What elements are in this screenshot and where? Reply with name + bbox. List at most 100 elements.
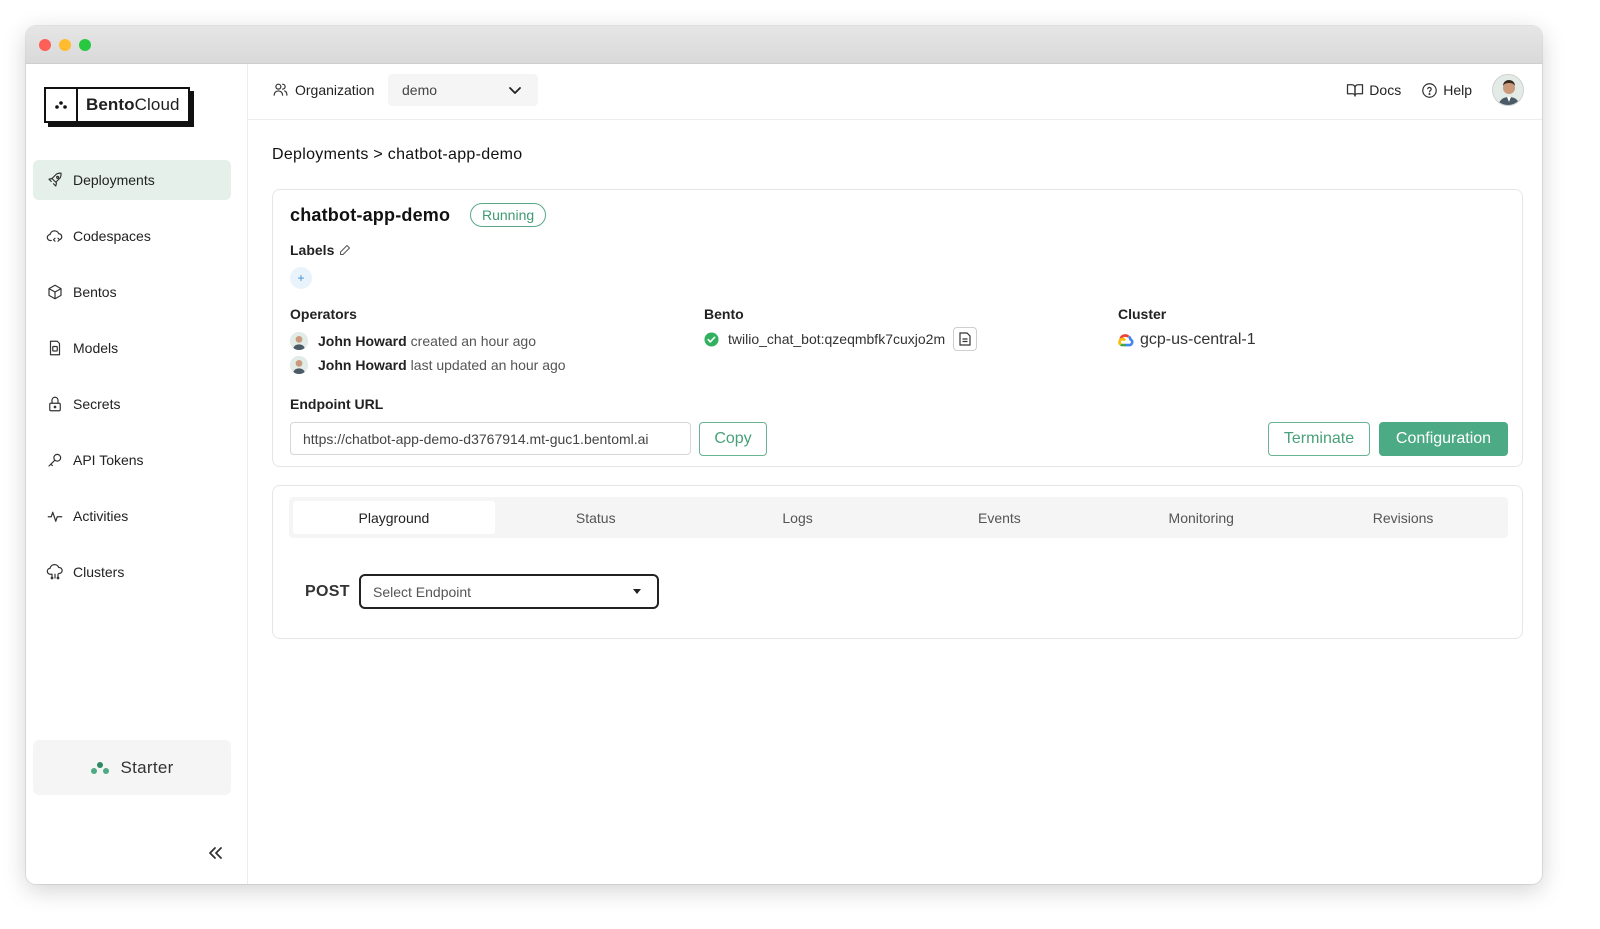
user-avatar[interactable]: [1492, 74, 1524, 106]
sidebar-item-activities[interactable]: Activities: [33, 496, 231, 536]
terminate-button[interactable]: Terminate: [1268, 422, 1370, 456]
sidebar-item-deployments[interactable]: Deployments: [33, 160, 231, 200]
operator-name: John Howard: [318, 333, 407, 349]
main-content: Deployments > chatbot-app-demo chatbot-a…: [248, 121, 1542, 884]
help-label: Help: [1443, 82, 1472, 98]
minimize-window-button[interactable]: [59, 39, 71, 51]
tab-revisions[interactable]: Revisions: [1302, 501, 1504, 534]
maximize-window-button[interactable]: [79, 39, 91, 51]
sidebar-item-label: Activities: [73, 508, 129, 524]
close-window-button[interactable]: [39, 39, 51, 51]
http-method-label: POST: [305, 583, 350, 600]
endpoint-select-placeholder: Select Endpoint: [373, 583, 472, 600]
pencil-icon[interactable]: [339, 244, 351, 256]
window-titlebar: [26, 26, 1542, 64]
help-link[interactable]: Help: [1421, 82, 1472, 99]
bentocloud-logo[interactable]: BentoCloud: [44, 87, 190, 127]
docs-label: Docs: [1369, 82, 1402, 98]
caret-down-icon: [633, 589, 641, 594]
sidebar-item-api-tokens[interactable]: API Tokens: [33, 440, 231, 480]
plan-label: Starter: [120, 757, 174, 777]
sidebar-item-models[interactable]: Models: [33, 328, 231, 368]
copy-url-button[interactable]: Copy: [699, 422, 767, 456]
sidebar-item-bentos[interactable]: Bentos: [33, 272, 231, 312]
add-label-button[interactable]: +: [290, 267, 312, 289]
top-bar: Organization demo Docs Help: [248, 64, 1542, 120]
configuration-button[interactable]: Configuration: [1379, 422, 1508, 456]
tab-playground[interactable]: Playground: [293, 501, 495, 534]
tab-logs[interactable]: Logs: [697, 501, 899, 534]
endpoint-url-title: Endpoint URL: [290, 396, 384, 412]
organization-text: Organization: [295, 81, 375, 98]
user-avatar-icon: [1493, 75, 1523, 105]
rocket-icon: [48, 172, 62, 187]
breadcrumb[interactable]: Deployments > chatbot-app-demo: [272, 146, 522, 164]
sidebar-item-secrets[interactable]: Secrets: [33, 384, 231, 424]
sidebar-item-clusters[interactable]: Clusters: [33, 552, 231, 592]
bento-plan-icon: [91, 761, 110, 774]
operators-title: Operators: [290, 306, 357, 322]
operator-avatar: [290, 356, 308, 374]
tab-events[interactable]: Events: [898, 501, 1100, 534]
logo-text-rest: Cloud: [134, 95, 180, 114]
sidebar-item-codespaces[interactable]: Codespaces: [33, 216, 231, 256]
sidebar-item-label: Codespaces: [73, 228, 151, 244]
cluster-icon: [46, 564, 63, 580]
docs-link[interactable]: Docs: [1346, 82, 1401, 98]
activity-icon: [47, 511, 63, 522]
labels-label: Labels: [290, 242, 335, 258]
sidebar-item-label: Deployments: [73, 172, 155, 188]
book-icon: [1347, 84, 1364, 97]
sidebar: BentoCloud Deployments Codespaces Bentos…: [26, 64, 248, 884]
deployment-name: chatbot-app-demo: [290, 205, 451, 225]
status-badge: Running: [470, 203, 547, 227]
operator-row: John Howard created an hour ago: [290, 331, 536, 351]
logo-text-bold: Bento: [86, 95, 135, 114]
app-window: BentoCloud Deployments Codespaces Bentos…: [26, 26, 1542, 884]
plan-badge-starter[interactable]: Starter: [33, 740, 231, 795]
operator-avatar-icon: [290, 332, 308, 350]
bento-title: Bento: [704, 306, 744, 322]
sidebar-item-label: Secrets: [73, 396, 121, 412]
operator-name: John Howard: [318, 357, 407, 373]
lock-icon: [49, 396, 61, 412]
help-circle-icon: [1422, 82, 1438, 98]
top-right-actions: Docs Help: [1346, 74, 1524, 106]
operator-action: last updated an hour ago: [410, 357, 566, 373]
deployment-tabs-card: Playground Status Logs Events Monitoring…: [272, 485, 1523, 639]
organization-select[interactable]: demo: [388, 74, 538, 106]
operator-avatar: [290, 332, 308, 350]
bento-logo-icon: [46, 89, 78, 121]
labels-section-title: Labels: [290, 242, 351, 258]
sidebar-item-label: Models: [73, 340, 119, 356]
endpoint-select[interactable]: Select Endpoint: [359, 574, 659, 609]
organization-label: Organization: [272, 81, 374, 98]
document-icon: [959, 332, 971, 346]
chevrons-left-icon: [209, 847, 222, 859]
key-icon: [48, 453, 62, 467]
bento-tag-link[interactable]: twilio_chat_bot:qzeqmbfk7cuxjo2m: [728, 331, 945, 347]
google-cloud-icon: [1118, 333, 1134, 346]
cluster-title: Cluster: [1118, 306, 1167, 322]
operator-row: John Howard last updated an hour ago: [290, 355, 566, 375]
deployment-card: chatbot-app-demo Running Labels + Operat…: [272, 189, 1523, 467]
bento-info: twilio_chat_bot:qzeqmbfk7cuxjo2m: [704, 327, 978, 351]
cluster-name[interactable]: gcp-us-central-1: [1140, 331, 1256, 349]
copy-bento-button[interactable]: [953, 327, 978, 351]
tab-monitoring[interactable]: Monitoring: [1100, 501, 1302, 534]
chevron-down-icon: [509, 87, 521, 94]
endpoint-url-field[interactable]: [290, 422, 691, 455]
cluster-info: gcp-us-central-1: [1118, 331, 1256, 349]
box-icon: [48, 284, 62, 300]
operator-avatar-icon: [290, 356, 308, 374]
users-icon: [273, 83, 288, 96]
tab-status[interactable]: Status: [495, 501, 697, 534]
cloud-code-icon: [46, 230, 63, 242]
operator-action: created an hour ago: [410, 333, 536, 349]
sidebar-item-label: Clusters: [73, 564, 125, 580]
model-file-icon: [49, 340, 61, 356]
collapse-sidebar-button[interactable]: [204, 842, 226, 864]
sidebar-nav: Deployments Codespaces Bentos Models Sec…: [33, 160, 231, 608]
tab-bar: Playground Status Logs Events Monitoring…: [289, 497, 1508, 538]
sidebar-item-label: Bentos: [73, 284, 117, 300]
